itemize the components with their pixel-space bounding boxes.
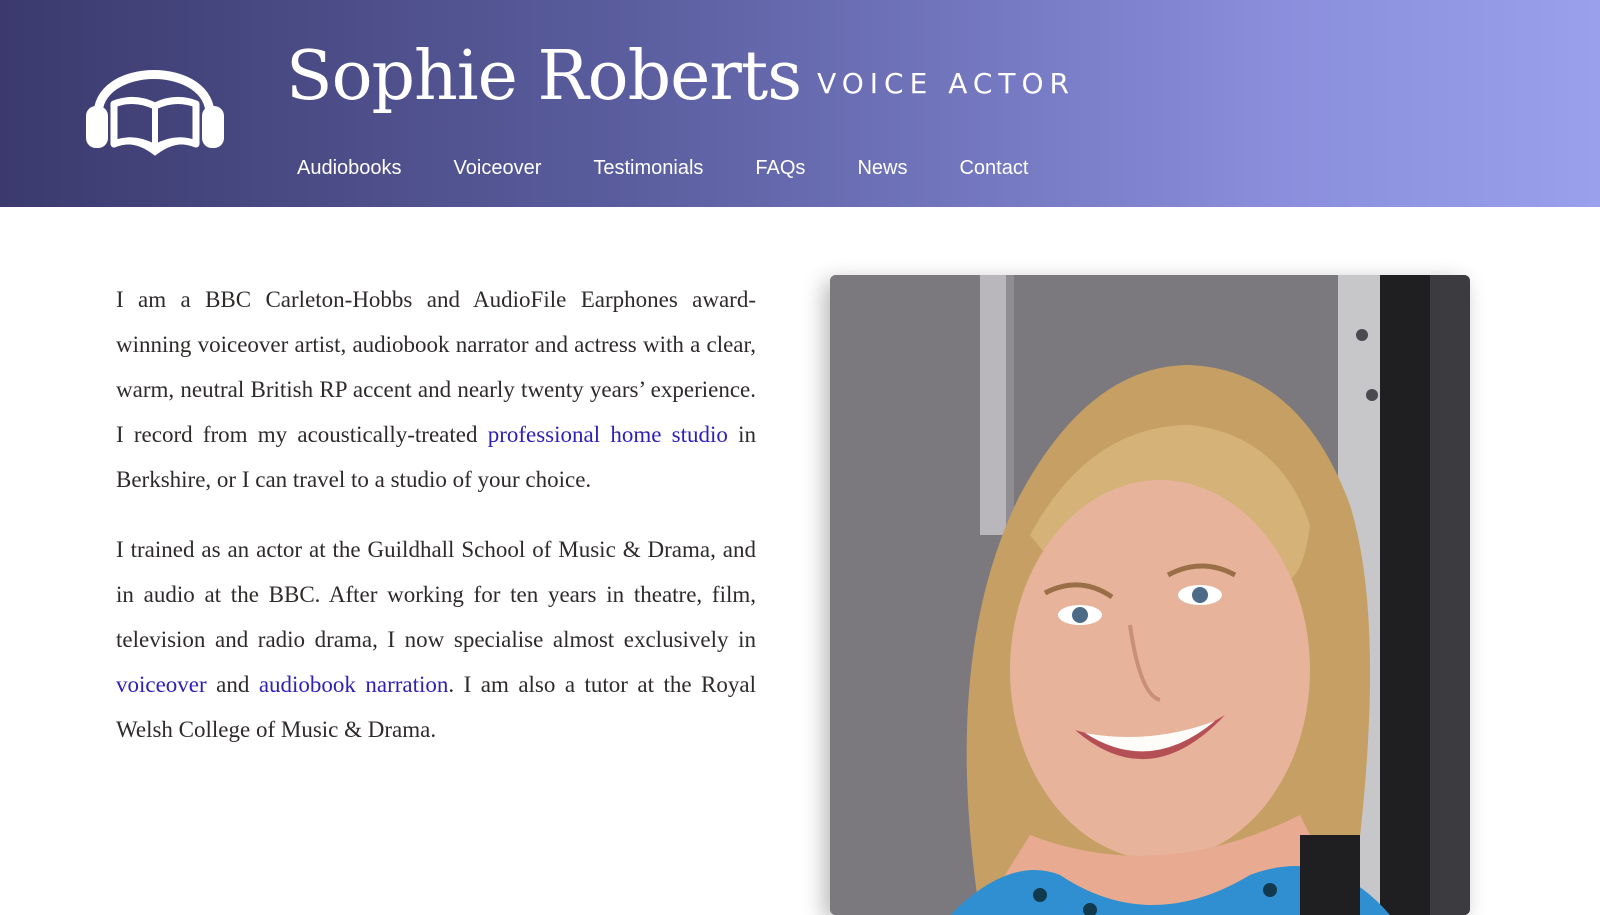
intro-p2-text-2: and bbox=[206, 672, 259, 697]
audiobook-narration-link[interactable]: audiobook narration bbox=[259, 672, 449, 697]
nav-item-testimonials[interactable]: Testimonials bbox=[593, 150, 703, 186]
headphones-book-icon[interactable] bbox=[84, 40, 226, 164]
main-nav: Audiobooks Voiceover Testimonials FAQs N… bbox=[297, 150, 1028, 186]
intro-paragraph-2: I trained as an actor at the Guildhall S… bbox=[116, 527, 756, 752]
nav-item-news[interactable]: News bbox=[857, 150, 907, 186]
site-name[interactable]: Sophie Roberts bbox=[286, 37, 802, 116]
site-tagline: VOICE ACTOR bbox=[817, 67, 1076, 100]
intro-p2-text-1: I trained as an actor at the Guildhall S… bbox=[116, 537, 756, 652]
intro-text: I am a BBC Carleton-Hobbs and AudioFile … bbox=[116, 277, 756, 777]
nav-item-audiobooks[interactable]: Audiobooks bbox=[297, 150, 402, 186]
profile-photo bbox=[830, 275, 1470, 915]
nav-item-contact[interactable]: Contact bbox=[959, 150, 1028, 186]
site-header: Sophie Roberts VOICE ACTOR Audiobooks Voi… bbox=[0, 0, 1600, 207]
voiceover-link[interactable]: voiceover bbox=[116, 672, 207, 697]
site-brand[interactable]: Sophie Roberts VOICE ACTOR bbox=[286, 32, 1075, 122]
home-studio-link[interactable]: professional home studio bbox=[488, 422, 728, 447]
nav-item-voiceover[interactable]: Voiceover bbox=[454, 150, 542, 186]
intro-paragraph-1: I am a BBC Carleton-Hobbs and AudioFile … bbox=[116, 277, 756, 502]
nav-item-faqs[interactable]: FAQs bbox=[755, 150, 805, 186]
